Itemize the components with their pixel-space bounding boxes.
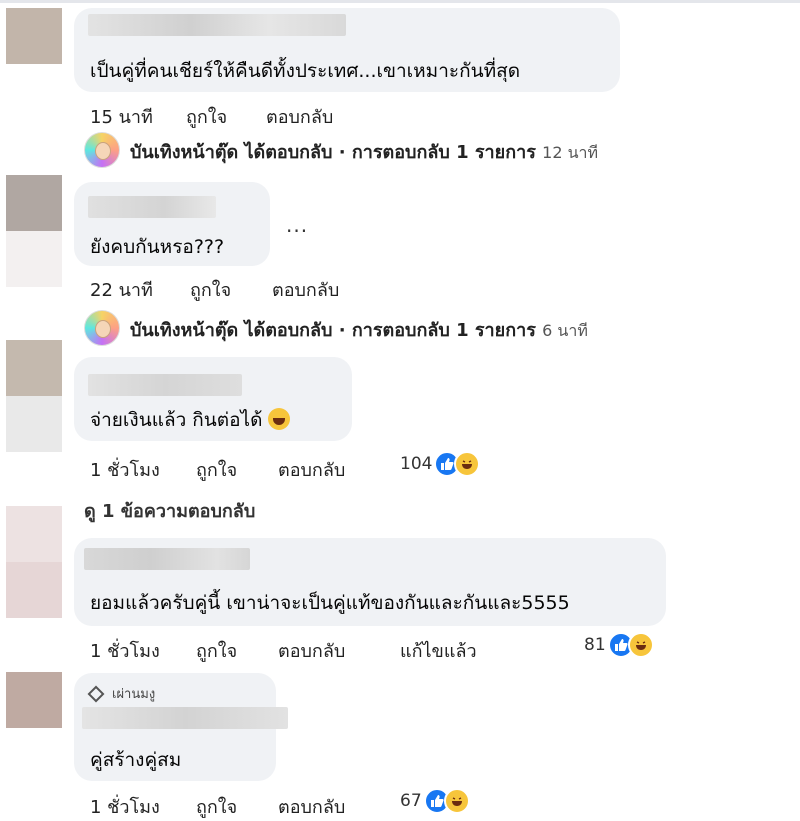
avatar-shadow	[6, 562, 62, 618]
avatar[interactable]	[6, 8, 62, 64]
page-avatar	[84, 132, 120, 168]
haha-emoji	[268, 408, 291, 430]
comment-time[interactable]: 1 ชั่วโมง	[90, 455, 160, 484]
comment-text: จ่ายเงินแล้ว กินต่อได้	[90, 405, 291, 435]
comment-time[interactable]: 1 ชั่วโมง	[90, 792, 160, 821]
page-avatar	[84, 310, 120, 346]
reply-button[interactable]: ตอบกลับ	[272, 275, 339, 304]
haha-icon	[454, 451, 481, 477]
comment-text: คู่สร้างคู่สม	[90, 749, 182, 771]
blurred-username[interactable]	[88, 196, 216, 218]
comment-text: เป็นคู่ที่คนเชียร์ให้คืนดีทั้งประเทศ...เ…	[90, 60, 521, 82]
reply-button[interactable]: ตอบกลับ	[278, 455, 345, 484]
reaction-summary[interactable]: 67	[400, 788, 470, 814]
comment-bubble: ยังคบกันหรอ???	[74, 182, 270, 266]
comment-time[interactable]: 1 ชั่วโมง	[90, 636, 160, 665]
like-button[interactable]: ถูกใจ	[190, 275, 231, 304]
more-options-button[interactable]: ...	[286, 213, 308, 237]
like-button[interactable]: ถูกใจ	[186, 102, 227, 131]
comment-bubble: ยอมแล้วครับคู่นี้ เขาน่าจะเป็นคู่แท้ของก…	[74, 538, 666, 626]
blurred-username[interactable]	[82, 707, 288, 729]
blurred-username[interactable]	[88, 14, 346, 36]
reply-button[interactable]: ตอบกลับ	[266, 102, 333, 131]
haha-icon	[443, 788, 470, 814]
like-button[interactable]: ถูกใจ	[196, 455, 237, 484]
comment-bubble: จ่ายเงินแล้ว กินต่อได้	[74, 357, 352, 441]
avatar-shadow	[6, 231, 62, 287]
blurred-username[interactable]	[88, 374, 242, 396]
page-reply-text: บันเทิงหน้าตุ๊ด ได้ตอบกลับ · การตอบกลับ …	[130, 320, 536, 341]
comment-time[interactable]: 15 นาที	[90, 102, 153, 131]
reaction-count: 81	[584, 635, 606, 655]
comment-bubble: เผ่านมงู คู่สร้างคู่สม	[74, 673, 288, 781]
reaction-count: 104	[400, 454, 433, 474]
avatar-shadow	[6, 396, 62, 452]
avatar[interactable]	[6, 506, 62, 562]
edited-label[interactable]: แก้ไขแล้ว	[400, 636, 477, 665]
reaction-summary[interactable]: 81	[584, 632, 654, 658]
comment-text: ยังคบกันหรอ???	[90, 236, 225, 258]
top-border	[0, 0, 800, 3]
like-button[interactable]: ถูกใจ	[196, 636, 237, 665]
page-reply-time: 6 นาที	[542, 321, 588, 340]
page-reply-time: 12 นาที	[542, 143, 599, 162]
view-replies-link[interactable]: ดู 1 ข้อความตอบกลับ	[84, 496, 255, 525]
fan-badge-label: เผ่านมงู	[112, 687, 156, 702]
avatar[interactable]	[6, 175, 62, 231]
page-reply-text: บันเทิงหน้าตุ๊ด ได้ตอบกลับ · การตอบกลับ …	[130, 142, 536, 163]
reply-button[interactable]: ตอบกลับ	[278, 636, 345, 665]
diamond-icon	[87, 685, 105, 702]
avatar[interactable]	[6, 672, 62, 728]
reaction-summary[interactable]: 104	[400, 451, 481, 477]
avatar[interactable]	[6, 340, 62, 396]
comment-text: ยอมแล้วครับคู่นี้ เขาน่าจะเป็นคู่แท้ของก…	[90, 592, 570, 614]
like-button[interactable]: ถูกใจ	[196, 792, 237, 821]
blurred-username[interactable]	[84, 548, 250, 570]
reply-button[interactable]: ตอบกลับ	[278, 792, 345, 821]
fan-badge[interactable]: เผ่านมงู	[87, 683, 156, 704]
comment-bubble: เป็นคู่ที่คนเชียร์ให้คืนดีทั้งประเทศ...เ…	[74, 8, 620, 92]
reaction-count: 67	[400, 791, 422, 811]
comment-time[interactable]: 22 นาที	[90, 275, 153, 304]
haha-icon	[627, 632, 654, 658]
